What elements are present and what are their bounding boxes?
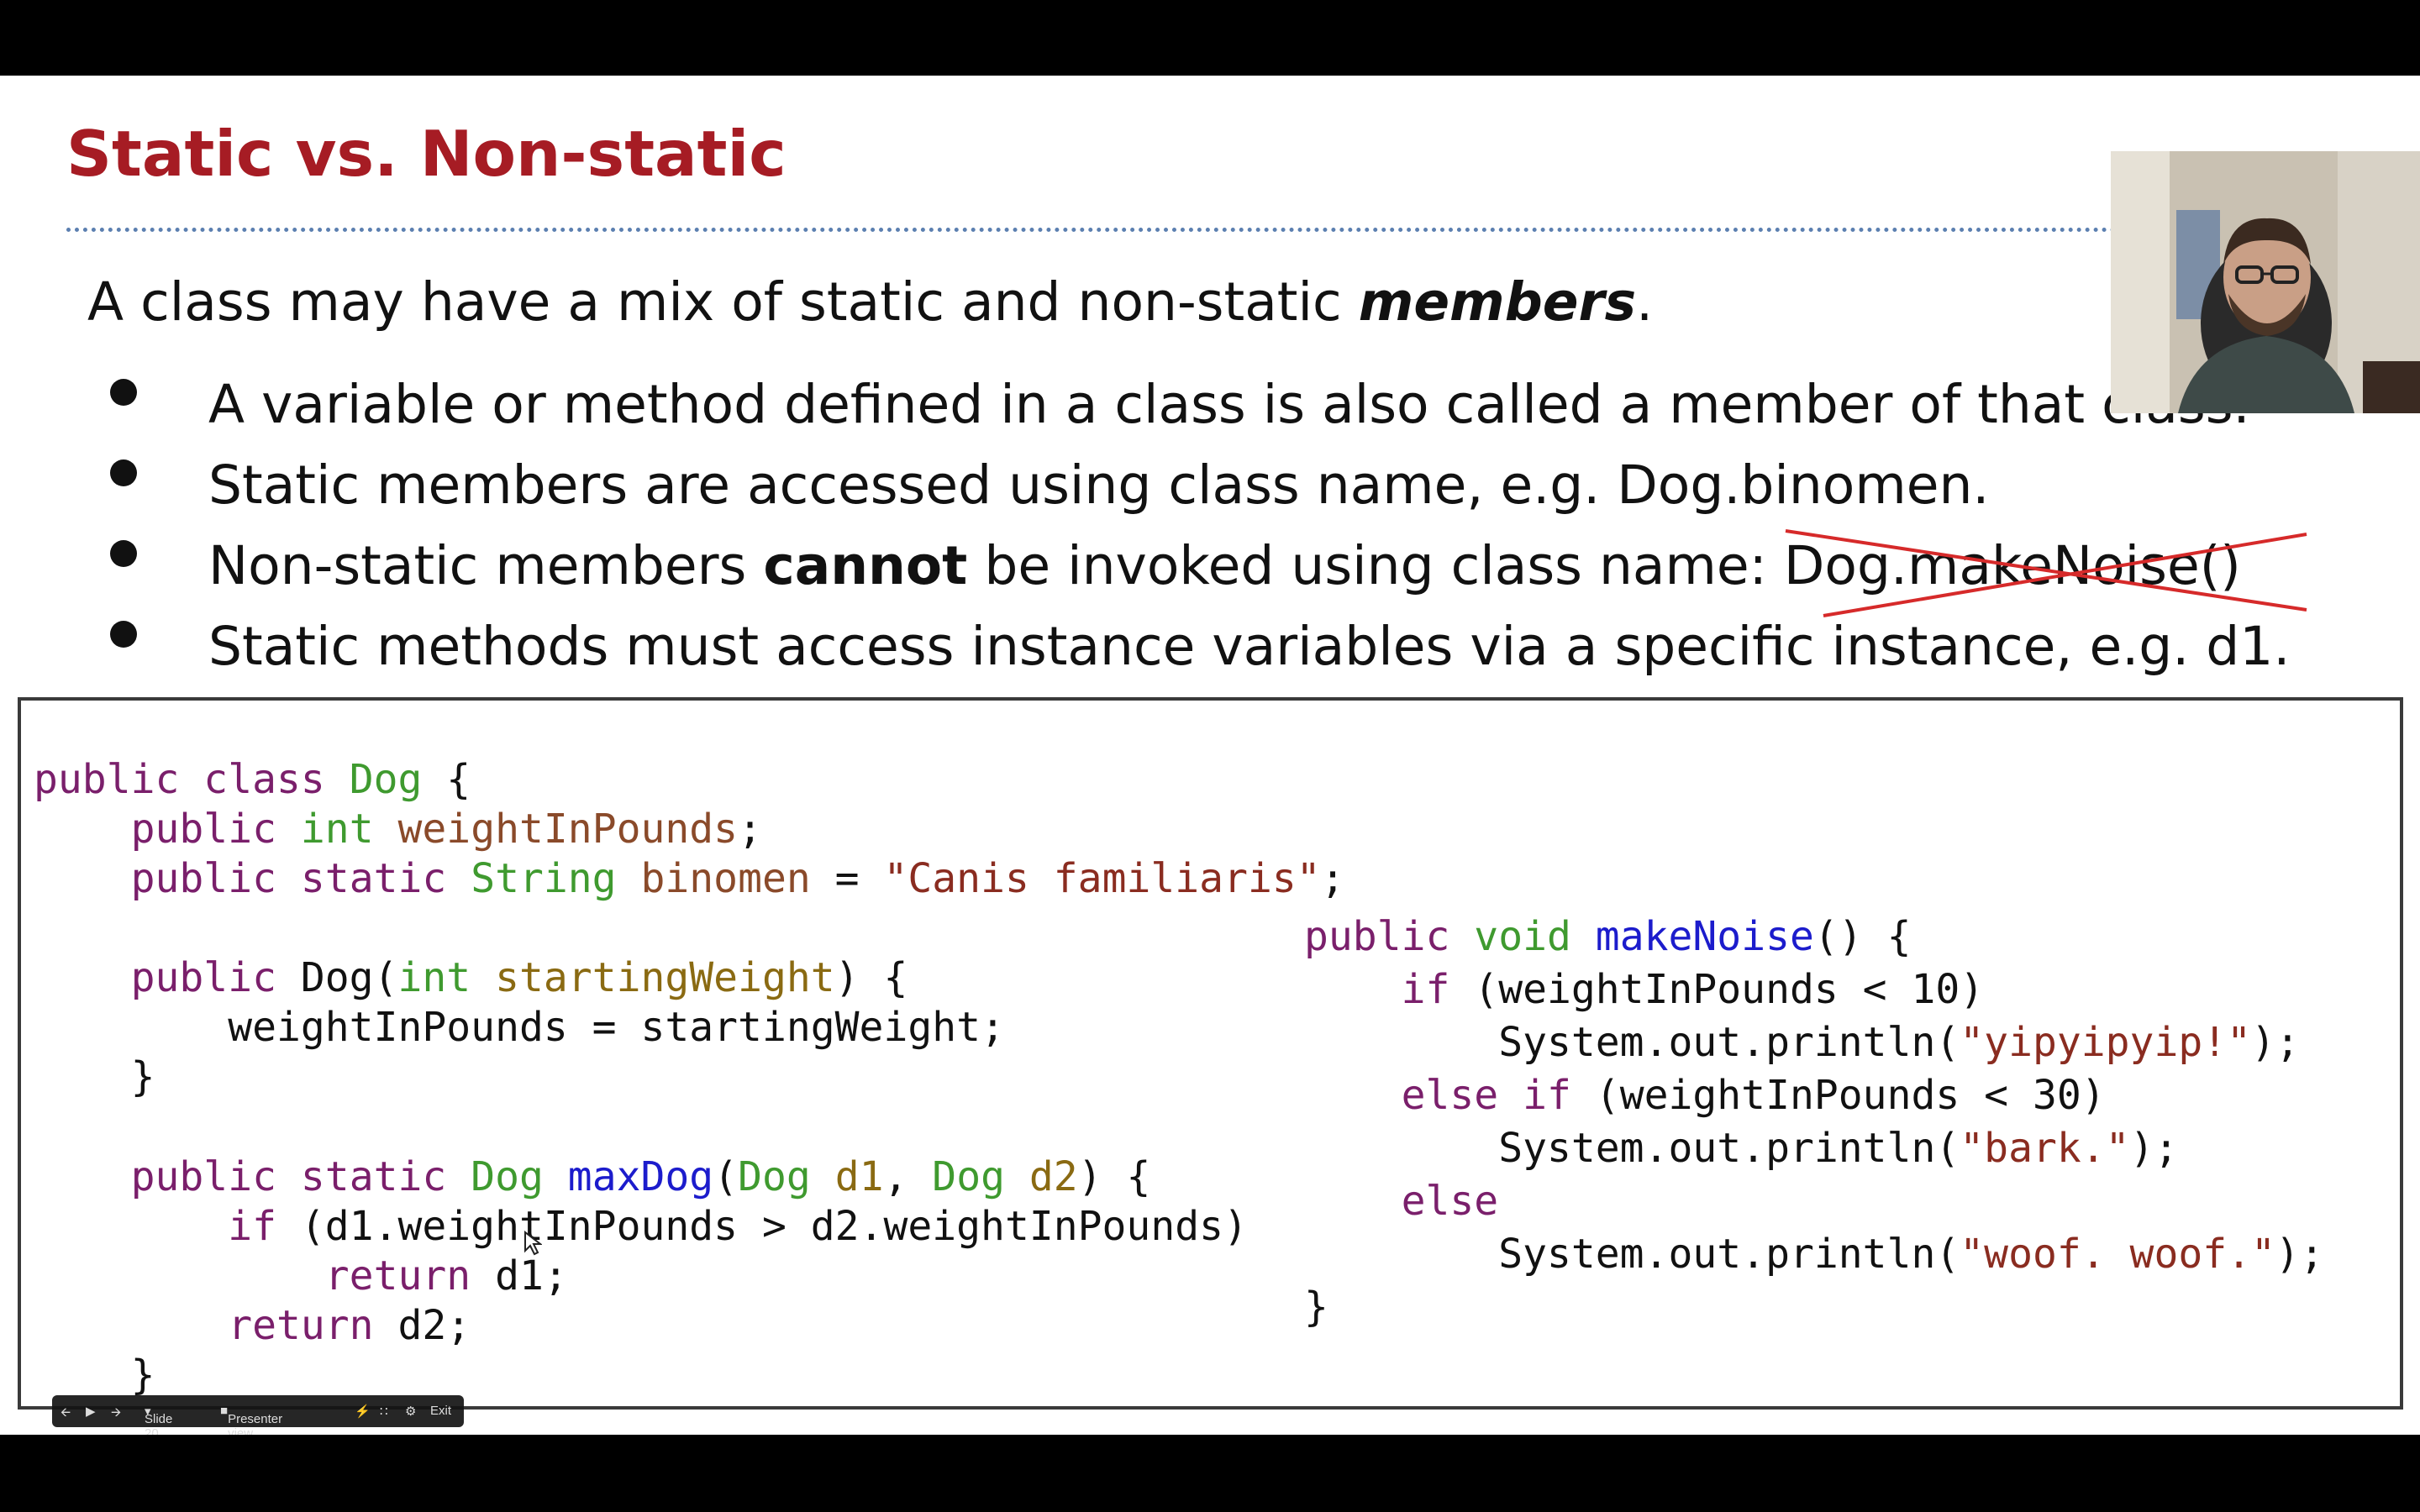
slideshow-toolbar: 🡨 ▶ 🡪 Slide 20 ▾ ■ Presenter view ⚡ ∷ ⚙ … bbox=[52, 1395, 464, 1441]
intro-line: A class may have a mix of static and non… bbox=[87, 276, 1653, 328]
bullet-text: be invoked using class name: bbox=[967, 535, 1784, 596]
next-arrow-icon[interactable]: 🡪 bbox=[111, 1404, 121, 1425]
code-line: else if (weightInPounds < 30) bbox=[1401, 1072, 2106, 1119]
bullet-text: Static methods must access instance vari… bbox=[208, 616, 2291, 677]
mouse-cursor-icon bbox=[524, 1231, 542, 1256]
slide-title: Static vs. Non-static bbox=[66, 117, 786, 191]
code-line: public static Dog maxDog(Dog d1, Dog d2)… bbox=[130, 1153, 1151, 1200]
bullet-dot bbox=[110, 459, 137, 486]
bullet-text: A variable or method defined in a class … bbox=[208, 374, 2250, 435]
code-line: } bbox=[34, 1352, 155, 1399]
struck-example: Dog.makeNoise() bbox=[1783, 535, 2241, 596]
presenter-webcam bbox=[2111, 151, 2420, 413]
intro-prefix: A class may have a mix of static and non… bbox=[87, 271, 1359, 333]
code-line: public class Dog { bbox=[34, 756, 471, 803]
slide-select[interactable]: Slide 20 ▾ bbox=[145, 1404, 172, 1441]
code-line: return d2; bbox=[228, 1302, 471, 1349]
code-line: if (weightInPounds < 10) bbox=[1401, 966, 1985, 1013]
code-line: public void makeNoise() { bbox=[1304, 913, 1912, 960]
code-line: public Dog(int startingWeight) { bbox=[130, 954, 908, 1001]
code-line: public int weightInPounds; bbox=[130, 806, 762, 853]
code-line: System.out.println("woof. woof."); bbox=[1304, 1231, 2324, 1278]
code-line: if (d1.weightInPounds > d2.weightInPound… bbox=[228, 1203, 1248, 1250]
code-line: } bbox=[1304, 1284, 1328, 1331]
code-line: System.out.println("yipyipyip!"); bbox=[1304, 1019, 2300, 1066]
code-line: public static String binomen = "Canis fa… bbox=[130, 855, 1345, 902]
bullet-dot bbox=[110, 379, 137, 406]
code-line: else bbox=[1401, 1178, 1499, 1225]
bullet-dot bbox=[110, 540, 137, 567]
bullet-text: Non-static members bbox=[208, 535, 764, 596]
intro-suffix: . bbox=[1636, 271, 1654, 333]
prev-arrow-icon[interactable]: 🡨 bbox=[60, 1404, 71, 1425]
code-line: System.out.println("bark."); bbox=[1304, 1125, 2179, 1172]
bottom-letterbox bbox=[0, 1435, 2420, 1512]
bullet-bold: cannot bbox=[763, 535, 968, 596]
code-line: } bbox=[34, 1053, 155, 1100]
gear-icon[interactable]: ⚙ bbox=[405, 1404, 416, 1419]
laser-pointer-icon[interactable]: ⚡ bbox=[355, 1404, 371, 1419]
code-block: public class Dog { public int weightInPo… bbox=[18, 697, 2403, 1410]
code-line: weightInPounds = startingWeight; bbox=[34, 1004, 1005, 1051]
bullet-text: Static members are accessed using class … bbox=[208, 454, 1990, 516]
title-divider bbox=[66, 228, 2117, 232]
exit-button[interactable]: Exit bbox=[430, 1404, 451, 1418]
bullet-dot bbox=[110, 621, 137, 648]
presenter-view-button[interactable]: ■ Presenter view bbox=[220, 1404, 282, 1441]
fullscreen-icon[interactable]: ∷ bbox=[380, 1404, 388, 1419]
slide: Static vs. Non-static A class may have a… bbox=[0, 76, 2420, 1435]
code-line: return d1; bbox=[324, 1252, 568, 1299]
intro-emphasis: members bbox=[1358, 271, 1637, 333]
play-icon[interactable]: ▶ bbox=[86, 1404, 96, 1419]
